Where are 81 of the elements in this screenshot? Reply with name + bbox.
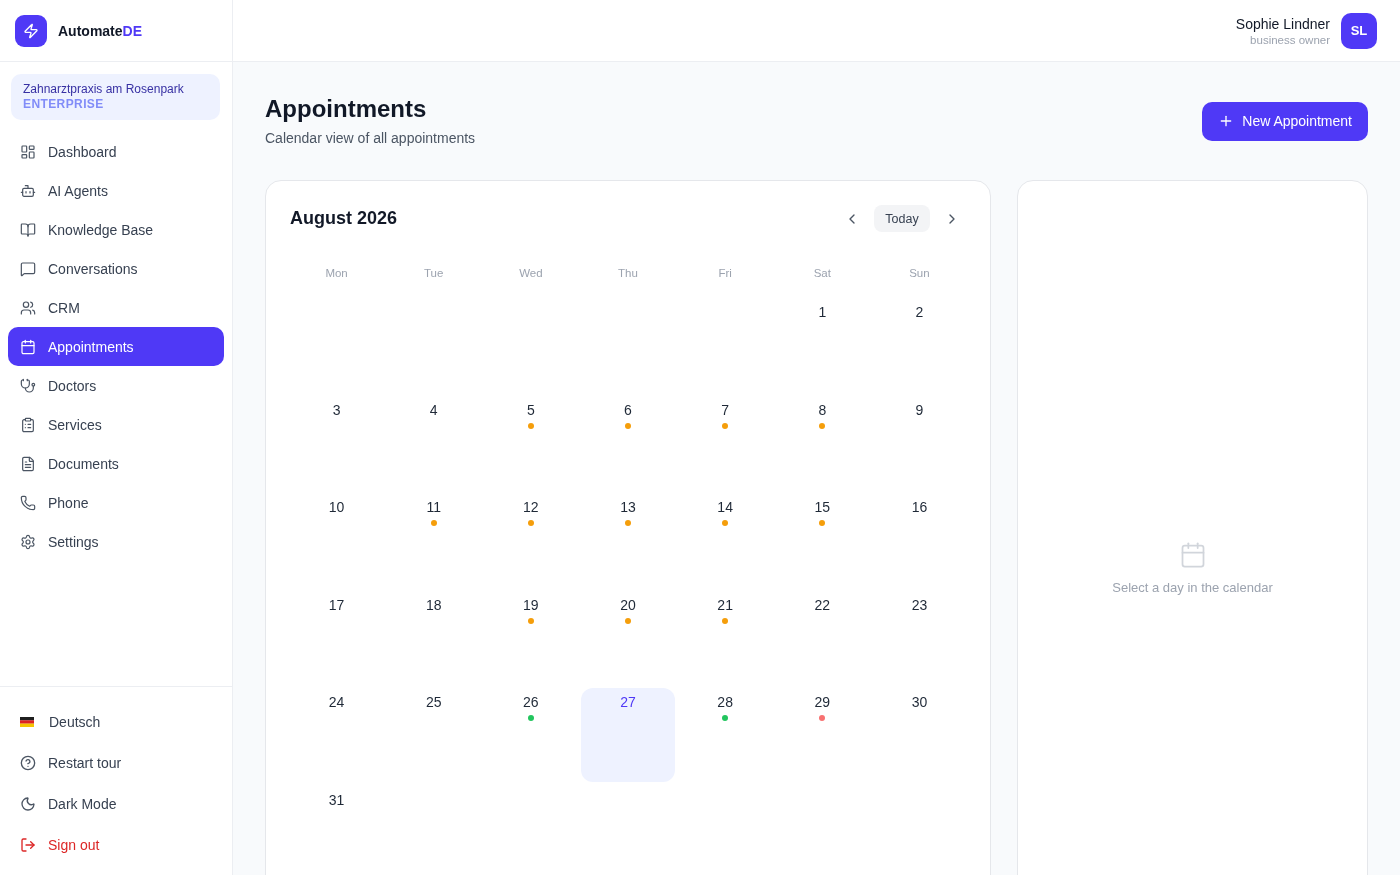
nav-item[interactable]: AI Agents — [8, 171, 224, 210]
footer-link[interactable]: Restart tour — [8, 742, 224, 783]
calendar-day[interactable]: 25 — [387, 688, 481, 782]
calendar-day[interactable]: 16 — [872, 493, 966, 587]
stethoscope-icon — [20, 377, 36, 394]
chat-bubble-icon — [20, 260, 36, 277]
empty-state-text: Select a day in the calendar — [1112, 579, 1273, 597]
nav-item[interactable]: Phone — [8, 483, 224, 522]
calendar-day[interactable]: 22 — [775, 590, 869, 684]
help-icon — [20, 754, 36, 771]
sign-out-icon — [20, 836, 36, 853]
weekday-label: Sat — [813, 267, 831, 279]
nav-item[interactable]: CRM — [8, 288, 224, 327]
footer-link[interactable]: Sign out — [8, 824, 224, 865]
users-icon — [20, 299, 36, 316]
weekday-label: Wed — [519, 267, 543, 279]
lightning-logo-icon — [15, 14, 47, 47]
calendar-day[interactable]: 20 — [581, 590, 675, 684]
brand-name: AutomateDE — [58, 22, 142, 39]
plan-label: ENTERPRISE — [23, 97, 105, 112]
nav-item[interactable]: Doctors — [8, 366, 224, 405]
calendar-day[interactable]: 9 — [872, 395, 966, 489]
calendar-day[interactable]: 1 — [775, 298, 869, 392]
calendar-day[interactable]: 30 — [872, 688, 966, 782]
calendar-day[interactable]: 15 — [775, 493, 869, 587]
page-subtitle: Calendar view of all appointments — [265, 129, 476, 148]
moon-icon — [20, 795, 36, 812]
nav-item[interactable]: Services — [8, 405, 224, 444]
page-title: Appointments — [265, 94, 428, 124]
calendar-day[interactable]: 28 — [678, 688, 772, 782]
calendar-day[interactable]: 21 — [678, 590, 772, 684]
weekday-label: Thu — [618, 267, 638, 279]
calendar-day[interactable]: 24 — [290, 688, 384, 782]
weekday-label: Sun — [909, 267, 930, 279]
document-icon — [20, 455, 36, 472]
new-appointment-button[interactable]: New Appointment — [1202, 101, 1368, 141]
calendar-day[interactable]: 8 — [775, 395, 869, 489]
nav-item[interactable]: Settings — [8, 522, 224, 561]
nav-item[interactable]: Appointments — [8, 327, 224, 366]
calendar-day[interactable]: 11 — [387, 493, 481, 587]
clipboard-icon — [20, 416, 36, 433]
phone-icon — [20, 494, 36, 511]
settings-icon — [20, 533, 36, 550]
calendar-day[interactable]: 23 — [872, 590, 966, 684]
flag-icon — [20, 716, 34, 727]
calendar-day[interactable]: 14 — [678, 493, 772, 587]
calendar-day[interactable]: 12 — [484, 493, 578, 587]
calendar-day[interactable]: 10 — [290, 493, 384, 587]
calendar-day[interactable]: 13 — [581, 493, 675, 587]
calendar-day[interactable]: 3 — [290, 395, 384, 489]
user-name: Sophie Lindner — [1235, 14, 1330, 33]
weekday-label: Fri — [718, 267, 732, 279]
nav-item[interactable]: Dashboard — [8, 132, 224, 171]
calendar-day[interactable]: 7 — [678, 395, 772, 489]
book-icon — [20, 221, 36, 238]
dashboard-grid-icon — [20, 143, 36, 160]
calendar-day[interactable]: 27 — [581, 688, 675, 782]
calendar-day[interactable]: 17 — [290, 590, 384, 684]
calendar-day[interactable]: 29 — [775, 688, 869, 782]
nav-item[interactable]: Documents — [8, 444, 224, 483]
calendar-day[interactable]: 6 — [581, 395, 675, 489]
calendar-day[interactable]: 2 — [872, 298, 966, 392]
weekday-label: Tue — [424, 267, 444, 279]
calendar-icon — [20, 338, 36, 355]
weekday-label: Mon — [325, 267, 348, 279]
nav-item[interactable]: Conversations — [8, 249, 224, 288]
robot-icon — [20, 182, 36, 199]
user-role: business owner — [1250, 32, 1330, 47]
calendar-day[interactable]: 5 — [484, 395, 578, 489]
calendar-day[interactable]: 26 — [484, 688, 578, 782]
calendar-day[interactable]: 4 — [387, 395, 481, 489]
calendar-day[interactable]: 19 — [484, 590, 578, 684]
today-button[interactable]: Today — [874, 205, 930, 232]
language-selector[interactable]: Deutsch — [8, 701, 224, 742]
calendar-day[interactable]: 18 — [387, 590, 481, 684]
footer-link[interactable]: Dark Mode — [8, 783, 224, 824]
calendar-day[interactable]: 31 — [290, 785, 384, 875]
organization-name: Zahnarztpraxis am Rosenpark — [23, 82, 185, 97]
user-avatar[interactable]: SL — [1341, 12, 1377, 49]
month-title: August 2026 — [290, 208, 398, 229]
nav-item[interactable]: Knowledge Base — [8, 210, 224, 249]
